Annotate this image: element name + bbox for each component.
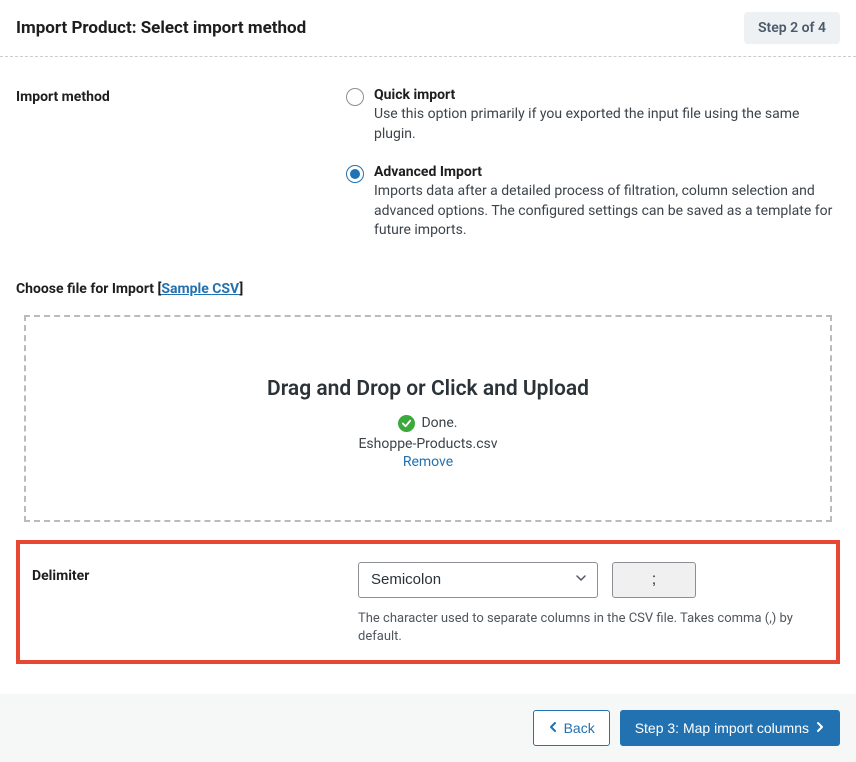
footer-bar: Back Step 3: Map import columns xyxy=(0,694,856,762)
remove-file-link[interactable]: Remove xyxy=(46,454,810,470)
upload-done-line: Done. xyxy=(46,415,810,432)
radio-option-quick-import[interactable]: Quick import Use this option primarily i… xyxy=(346,87,840,144)
back-button[interactable]: Back xyxy=(533,710,610,746)
page-header: Import Product: Select import method Ste… xyxy=(0,0,856,57)
delimiter-controls: Semicolon The character used to separate… xyxy=(358,562,824,646)
chevron-left-icon xyxy=(548,720,558,736)
back-label: Back xyxy=(564,720,595,736)
file-dropzone[interactable]: Drag and Drop or Click and Upload Done. … xyxy=(24,315,832,522)
choose-file-suffix: ] xyxy=(239,281,243,297)
page-title: Import Product: Select import method xyxy=(16,18,306,38)
content-area: Import method Quick import Use this opti… xyxy=(0,57,856,664)
chevron-right-icon xyxy=(815,720,825,736)
delimiter-description: The character used to separate columns i… xyxy=(358,610,824,646)
delimiter-controls-row: Semicolon xyxy=(358,562,824,598)
radio-icon[interactable] xyxy=(346,165,364,183)
choose-file-prefix: Choose file for Import [ xyxy=(16,281,161,297)
import-method-options: Quick import Use this option primarily i… xyxy=(346,87,840,241)
import-method-row: Import method Quick import Use this opti… xyxy=(16,87,840,241)
sample-csv-link[interactable]: Sample CSV xyxy=(161,281,239,297)
delimiter-label: Delimiter xyxy=(32,562,358,646)
choose-file-label: Choose file for Import [Sample CSV] xyxy=(16,281,840,297)
radio-text: Quick import Use this option primarily i… xyxy=(374,87,840,144)
step-badge: Step 2 of 4 xyxy=(744,12,840,44)
next-button[interactable]: Step 3: Map import columns xyxy=(620,710,840,746)
radio-option-advanced-import[interactable]: Advanced Import Imports data after a det… xyxy=(346,164,840,241)
uploaded-filename: Eshoppe-Products.csv xyxy=(46,436,810,452)
next-label: Step 3: Map import columns xyxy=(635,720,809,736)
check-circle-icon xyxy=(398,415,415,432)
radio-text: Advanced Import Imports data after a det… xyxy=(374,164,840,241)
radio-title: Advanced Import xyxy=(374,164,840,180)
delimiter-row: Delimiter Semicolon The character used t… xyxy=(16,540,840,664)
radio-icon[interactable] xyxy=(346,88,364,106)
radio-desc: Imports data after a detailed process of… xyxy=(374,182,840,241)
dropzone-title: Drag and Drop or Click and Upload xyxy=(46,377,810,401)
radio-desc: Use this option primarily if you exporte… xyxy=(374,105,840,144)
radio-title: Quick import xyxy=(374,87,840,103)
delimiter-input[interactable] xyxy=(612,562,696,598)
done-text: Done. xyxy=(421,415,457,431)
import-method-label: Import method xyxy=(16,87,346,241)
delimiter-select-wrap: Semicolon xyxy=(358,562,598,598)
delimiter-select[interactable]: Semicolon xyxy=(358,562,598,598)
